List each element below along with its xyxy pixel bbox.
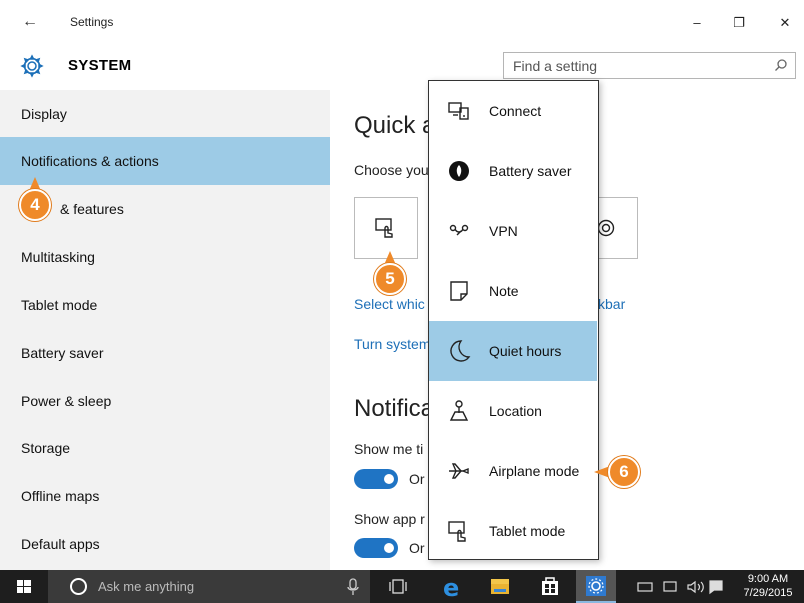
store-bag-icon (542, 577, 558, 595)
sidebar-item-notifications[interactable]: Notifications & actions (0, 137, 330, 185)
title-bar: ← Settings – ❐ ✕ (0, 0, 804, 44)
edge-browser-icon: e (443, 574, 459, 602)
tablet-mode-icon (448, 521, 466, 542)
airplane-icon (449, 463, 469, 479)
task-view-icon (389, 579, 407, 594)
sidebar-item-tablet-mode[interactable]: Tablet mode (0, 281, 330, 329)
section-title: SYSTEM (68, 57, 132, 74)
file-explorer-button[interactable] (480, 570, 520, 603)
tray-icons (637, 580, 723, 595)
moon-icon (450, 340, 471, 362)
notifications-icon (709, 580, 723, 595)
picker-item-label: Battery saver (489, 163, 572, 179)
show-app-notifications-label: Show app r (354, 511, 425, 527)
battery-icon (637, 582, 653, 592)
picker-item-label: VPN (489, 223, 518, 239)
sidebar-item-power-sleep[interactable]: Power & sleep (0, 377, 330, 425)
choose-text: Choose you (354, 162, 429, 178)
svg-text:e: e (443, 574, 459, 602)
picker-item-note[interactable]: Note (429, 261, 597, 321)
window-title: Settings (70, 15, 114, 29)
show-tips-toggle[interactable] (354, 469, 398, 489)
picker-item-label: Connect (489, 103, 542, 119)
sidebar-item-storage[interactable]: Storage (0, 424, 330, 472)
show-tips-label: Show me ti (354, 441, 424, 457)
edge-button[interactable]: e (432, 570, 472, 603)
quick-actions-heading: Quick a (354, 112, 436, 139)
turn-system-icons-link[interactable]: Turn system (354, 336, 431, 352)
picker-item-battery-saver[interactable]: Battery saver (429, 141, 597, 201)
back-arrow-icon[interactable]: ← (20, 12, 40, 32)
search-icon (775, 59, 787, 71)
location-icon (449, 400, 469, 421)
taskbar: Ask me anything e 9:00 AM 7/29/2015 (0, 570, 804, 603)
minimize-button[interactable]: – (682, 12, 712, 34)
store-button[interactable] (530, 570, 570, 603)
task-view-button[interactable] (378, 570, 418, 603)
picker-item-airplane-mode[interactable]: Airplane mode (429, 441, 597, 501)
network-icon (663, 581, 677, 592)
tablet-mode-icon (375, 218, 393, 238)
microphone-icon[interactable] (346, 578, 360, 596)
sidebar-item-display[interactable]: Display (0, 90, 330, 138)
search-placeholder: Find a setting (513, 58, 598, 74)
picker-item-quiet-hours[interactable]: Quiet hours (429, 321, 597, 381)
system-gear-icon (20, 54, 44, 78)
system-tray[interactable] (636, 579, 726, 598)
picker-item-label: Tablet mode (489, 523, 566, 539)
note-icon (450, 281, 468, 301)
windows-logo-icon (17, 580, 31, 593)
taskbar-clock[interactable]: 9:00 AM 7/29/2015 (736, 572, 800, 600)
clock-time: 9:00 AM (747, 573, 789, 585)
sidebar: Display Notifications & actions & featur… (0, 90, 330, 570)
picker-item-label: Quiet hours (489, 343, 562, 359)
settings-app-icon (586, 576, 606, 596)
connect-icon (448, 102, 469, 120)
sidebar-item-battery-saver[interactable]: Battery saver (0, 329, 330, 377)
picker-item-tablet-mode[interactable]: Tablet mode (429, 501, 597, 561)
cortana-placeholder: Ask me anything (98, 579, 195, 594)
callout-badge-4: 4 (19, 189, 51, 221)
folder-icon (491, 579, 509, 594)
cortana-search-box[interactable]: Ask me anything (48, 570, 370, 603)
close-button[interactable]: ✕ (770, 12, 800, 34)
select-quick-actions-link[interactable]: Select whic (354, 296, 425, 312)
sidebar-item-default-apps[interactable]: Default apps (0, 520, 330, 568)
battery-saver-icon (449, 161, 469, 181)
picker-item-location[interactable]: Location (429, 381, 597, 441)
notifications-heading: Notifica (354, 395, 435, 422)
callout-badge-5: 5 (374, 263, 406, 295)
quick-action-tile-tablet[interactable] (354, 197, 418, 259)
picker-item-vpn[interactable]: VPN (429, 201, 597, 261)
show-tips-state: Or (409, 471, 425, 487)
vpn-icon (449, 224, 469, 236)
settings-header: SYSTEM Find a setting (0, 44, 804, 92)
start-button[interactable] (0, 570, 48, 603)
sidebar-item-multitasking[interactable]: Multitasking (0, 233, 330, 281)
picker-item-connect[interactable]: Connect (429, 81, 597, 141)
picker-item-label: Location (489, 403, 542, 419)
callout-badge-6: 6 (608, 456, 640, 488)
settings-taskbar-button[interactable] (576, 570, 616, 603)
sidebar-item-offline-maps[interactable]: Offline maps (0, 472, 330, 520)
find-setting-search[interactable]: Find a setting (503, 52, 796, 79)
show-app-notifications-state: Or (409, 540, 425, 556)
quick-action-picker: Connect Battery saver VPN Note Quiet hou… (428, 80, 599, 560)
select-link-tail[interactable]: kbar (598, 296, 625, 312)
clock-date: 7/29/2015 (743, 587, 793, 599)
picker-item-label: Airplane mode (489, 463, 580, 479)
cortana-icon (70, 578, 87, 595)
picker-item-label: Note (489, 283, 519, 299)
volume-icon (687, 580, 696, 594)
show-app-notifications-toggle[interactable] (354, 538, 398, 558)
maximize-button[interactable]: ❐ (724, 12, 754, 34)
